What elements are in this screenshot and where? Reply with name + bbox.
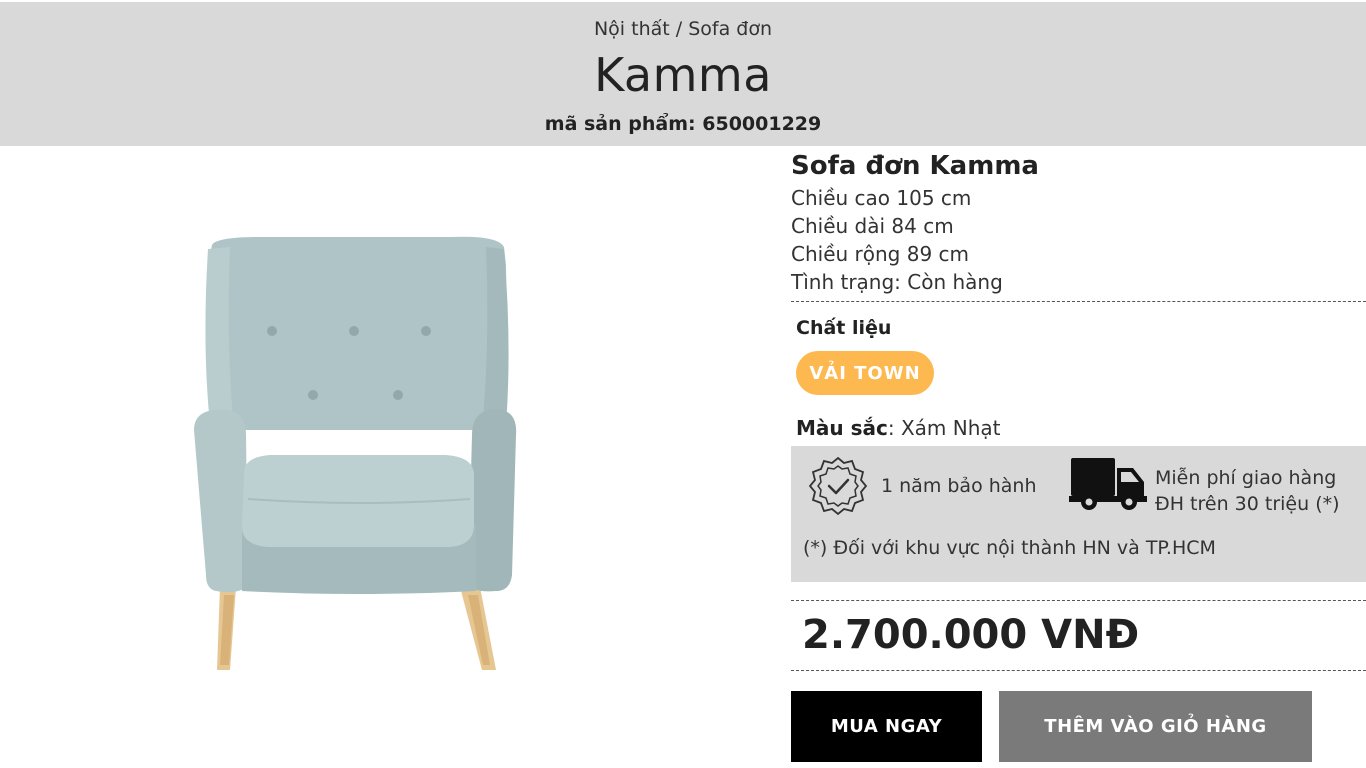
- truck-icon: [1069, 458, 1147, 510]
- material-option-vai-town[interactable]: VẢI TOWN: [796, 351, 934, 395]
- sku-label: mã sản phẩm:: [544, 113, 696, 135]
- sku-value: 650001229: [702, 113, 822, 135]
- breadcrumb-separator: /: [675, 18, 683, 40]
- badge-check-icon: [808, 456, 868, 516]
- product-sku: mã sản phẩm: 650001229: [0, 113, 1366, 135]
- divider: [791, 600, 1366, 601]
- buy-now-button[interactable]: MUA NGAY: [791, 691, 982, 762]
- spec-length: Chiều dài 84 cm: [791, 214, 954, 238]
- benefits-panel: 1 năm bảo hành Miễn phí giao hàng ĐH trê…: [791, 446, 1366, 582]
- breadcrumb: Nội thất / Sofa đơn: [0, 18, 1366, 40]
- color-value: : Xám Nhạt: [887, 416, 1001, 440]
- product-image: [150, 225, 570, 685]
- warranty-text: 1 năm bảo hành: [881, 475, 1037, 497]
- divider: [791, 670, 1366, 671]
- shipping-line-1: Miễn phí giao hàng: [1155, 467, 1337, 489]
- page-header: Nội thất / Sofa đơn Kamma mã sản phẩm: 6…: [0, 2, 1366, 146]
- shipping-text: Miễn phí giao hàng ĐH trên 30 triệu (*): [1155, 465, 1340, 517]
- product-name: Sofa đơn Kamma: [791, 151, 1039, 181]
- shipping-line-2: ĐH trên 30 triệu (*): [1155, 493, 1340, 515]
- breadcrumb-item-sofa-don[interactable]: Sofa đơn: [688, 18, 772, 40]
- spec-width: Chiều rộng 89 cm: [791, 242, 970, 266]
- color-label: Màu sắc: [796, 416, 888, 440]
- shipping-footnote: (*) Đối với khu vực nội thành HN và TP.H…: [803, 537, 1216, 559]
- product-price: 2.700.000 VNĐ: [802, 612, 1140, 658]
- divider: [791, 301, 1366, 302]
- page-title: Kamma: [594, 48, 772, 102]
- armchair-image: [194, 236, 517, 670]
- stock-status: Tình trạng: Còn hàng: [791, 270, 1003, 294]
- spec-height: Chiều cao 105 cm: [791, 186, 972, 210]
- color-row: Màu sắc: Xám Nhạt: [796, 416, 1001, 440]
- breadcrumb-item-noi-that[interactable]: Nội thất: [594, 18, 670, 40]
- add-to-cart-button[interactable]: THÊM VÀO GIỎ HÀNG: [999, 691, 1312, 762]
- material-label: Chất liệu: [796, 317, 892, 339]
